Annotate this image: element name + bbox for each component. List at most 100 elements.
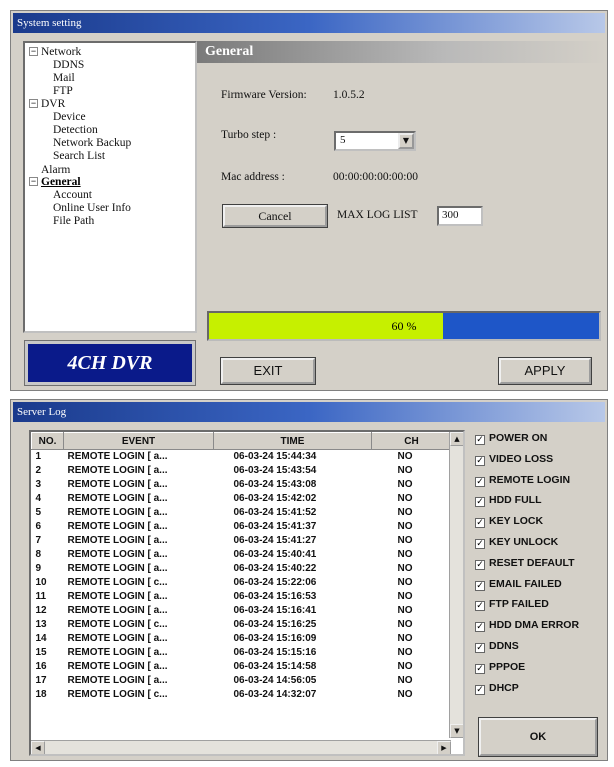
tree-item[interactable]: Account <box>29 189 195 202</box>
table-row[interactable]: 11 REMOTE LOGIN [ a... 06-03-24 15:16:53 NO <box>32 590 452 604</box>
table-cell: 16 <box>35 661 47 672</box>
filter-checkbox-item[interactable]: ✓ VIDEO LOSS <box>475 453 607 474</box>
table-row[interactable]: 6 REMOTE LOGIN [ a... 06-03-24 15:41:37 NO <box>32 520 452 534</box>
collapse-icon[interactable]: − <box>29 99 38 108</box>
vertical-scrollbar[interactable]: ▲ ▼ <box>449 432 463 738</box>
checkbox[interactable]: ✓ <box>475 642 485 653</box>
filter-checkbox-item[interactable]: ✓ HDD DMA ERROR <box>475 619 607 640</box>
collapse-icon[interactable]: − <box>29 177 38 186</box>
tree-item[interactable]: − Network <box>29 46 195 59</box>
scroll-up-icon[interactable]: ▲ <box>450 432 463 446</box>
tree-item[interactable]: Mail <box>29 72 195 85</box>
apply-button[interactable]: APPLY <box>498 357 592 385</box>
table-row[interactable]: 8 REMOTE LOGIN [ a... 06-03-24 15:40:41 NO <box>32 548 452 562</box>
table-row[interactable]: 2 REMOTE LOGIN [ a... 06-03-24 15:43:54 NO <box>32 464 452 478</box>
table-row[interactable]: 9 REMOTE LOGIN [ a... 06-03-24 15:40:22 NO <box>32 562 452 576</box>
cancel-button[interactable]: Cancel <box>222 204 328 228</box>
checkbox[interactable]: ✓ <box>475 663 485 674</box>
checkbox[interactable]: ✓ <box>475 601 485 612</box>
table-cell: 14 <box>35 633 47 644</box>
checkbox[interactable]: ✓ <box>475 559 485 570</box>
checkbox[interactable]: ✓ <box>475 684 485 695</box>
max-log-list-input[interactable]: 300 <box>437 206 483 226</box>
tree-item-label: Detection <box>53 124 98 136</box>
scroll-right-icon[interactable]: ▶ <box>437 741 451 754</box>
tree-item[interactable]: File Path <box>29 215 195 228</box>
tree-item-label: Network Backup <box>53 137 132 149</box>
tree-item[interactable]: Network Backup <box>29 137 195 150</box>
table-cell: REMOTE LOGIN [ a... <box>67 563 168 574</box>
scroll-down-icon[interactable]: ▼ <box>450 724 463 738</box>
checkbox[interactable]: ✓ <box>475 476 485 487</box>
tree-item[interactable]: − General <box>29 176 195 189</box>
panel-title: General <box>197 41 607 63</box>
table-row[interactable]: 13 REMOTE LOGIN [ c... 06-03-24 15:16:25 NO <box>32 618 452 632</box>
tree-item[interactable]: Alarm <box>29 163 195 176</box>
chevron-down-icon[interactable]: ▼ <box>398 133 414 149</box>
table-row[interactable]: 12 REMOTE LOGIN [ a... 06-03-24 15:16:41 NO <box>32 604 452 618</box>
table-row[interactable]: 18 REMOTE LOGIN [ c... 06-03-24 14:32:07 NO <box>32 688 452 702</box>
scroll-left-icon[interactable]: ◀ <box>31 741 45 754</box>
table-row[interactable]: 17 REMOTE LOGIN [ a... 06-03-24 14:56:05 NO <box>32 674 452 688</box>
checkbox[interactable]: ✓ <box>475 538 485 549</box>
tree-item[interactable]: − DVR <box>29 98 195 111</box>
column-header[interactable]: CH <box>371 432 452 450</box>
table-row[interactable]: 1 REMOTE LOGIN [ a... 06-03-24 15:44:34 NO <box>32 450 452 464</box>
checkbox[interactable]: ✓ <box>475 435 485 445</box>
filter-checkbox-item[interactable]: ✓ EMAIL FAILED <box>475 578 607 599</box>
table-cell: REMOTE LOGIN [ c... <box>67 619 168 630</box>
table-row[interactable]: 3 REMOTE LOGIN [ a... 06-03-24 15:43:08 NO <box>32 478 452 492</box>
table-row[interactable]: 15 REMOTE LOGIN [ a... 06-03-24 15:15:16 NO <box>32 646 452 660</box>
table-row[interactable]: 10 REMOTE LOGIN [ c... 06-03-24 15:22:06 NO <box>32 576 452 590</box>
filter-checkbox-item[interactable]: ✓ FTP FAILED <box>475 598 607 619</box>
checkbox[interactable]: ✓ <box>475 518 485 529</box>
filter-checkbox-item[interactable]: ✓ POWER ON <box>475 432 607 453</box>
tree-item[interactable]: Device <box>29 111 195 124</box>
table-row[interactable]: 7 REMOTE LOGIN [ a... 06-03-24 15:41:27 NO <box>32 534 452 548</box>
checkbox-label: HDD FULL <box>489 494 542 507</box>
tree-item[interactable]: FTP <box>29 85 195 98</box>
filter-checkbox-item[interactable]: ✓ DDNS <box>475 640 607 661</box>
tree-item[interactable]: Search List <box>29 150 195 163</box>
filter-checkbox-item[interactable]: ✓ RESET DEFAULT <box>475 557 607 578</box>
exit-button[interactable]: EXIT <box>220 357 316 385</box>
column-header[interactable]: TIME <box>213 432 372 450</box>
turbo-step-select[interactable]: 5 ▼ <box>334 131 416 151</box>
settings-tree[interactable]: − Network DDNS Mail FTP − DVR Device Detection Ne… <box>23 41 197 333</box>
server-log-window: Server Log NO. EVENT TIME CH 1 REMOTE LOGIN … <box>10 399 608 761</box>
progress-bar: 60 % <box>207 311 601 341</box>
table-row[interactable]: 16 REMOTE LOGIN [ a... 06-03-24 15:14:58 NO <box>32 660 452 674</box>
column-header[interactable]: NO. <box>31 432 64 450</box>
filter-checkbox-item[interactable]: ✓ HDD FULL <box>475 494 607 515</box>
filter-checkbox-item[interactable]: ✓ REMOTE LOGIN <box>475 474 607 495</box>
filter-checkbox-item[interactable]: ✓ DHCP <box>475 682 607 703</box>
filter-checkbox-item[interactable]: ✓ KEY UNLOCK <box>475 536 607 557</box>
checkbox[interactable]: ✓ <box>475 497 485 508</box>
column-header[interactable]: EVENT <box>63 432 214 450</box>
table-cell: 06-03-24 15:42:02 <box>233 493 317 504</box>
table-cell: 06-03-24 15:40:41 <box>233 549 317 560</box>
window-title: Server Log <box>13 402 605 422</box>
collapse-icon[interactable]: − <box>29 47 38 56</box>
tree-item[interactable]: Detection <box>29 124 195 137</box>
table-row[interactable]: 14 REMOTE LOGIN [ a... 06-03-24 15:16:09 NO <box>32 632 452 646</box>
checkbox[interactable]: ✓ <box>475 455 485 466</box>
table-cell: NO <box>397 465 413 476</box>
table-row[interactable]: 5 REMOTE LOGIN [ a... 06-03-24 15:41:52 NO <box>32 506 452 520</box>
checkbox[interactable]: ✓ <box>475 580 485 591</box>
tree-item[interactable]: DDNS <box>29 59 195 72</box>
mac-address-value: 00:00:00:00:00:00 <box>333 171 418 183</box>
table-cell: NO <box>397 479 413 490</box>
filter-checkbox-item[interactable]: ✓ KEY LOCK <box>475 515 607 536</box>
table-cell: 7 <box>35 535 42 546</box>
table-row[interactable]: 4 REMOTE LOGIN [ a... 06-03-24 15:42:02 NO <box>32 492 452 506</box>
ok-button[interactable]: OK <box>478 717 598 757</box>
horizontal-scrollbar[interactable]: ◀ ▶ <box>31 740 451 754</box>
table-cell: 12 <box>35 605 47 616</box>
tree-item[interactable]: Online User Info <box>29 202 195 215</box>
table-cell: 8 <box>35 549 42 560</box>
filter-checkbox-item[interactable]: ✓ PPPOE <box>475 661 607 682</box>
checkbox[interactable]: ✓ <box>475 622 485 633</box>
table-cell: 06-03-24 15:15:16 <box>233 647 317 658</box>
table-cell: 10 <box>35 577 47 588</box>
